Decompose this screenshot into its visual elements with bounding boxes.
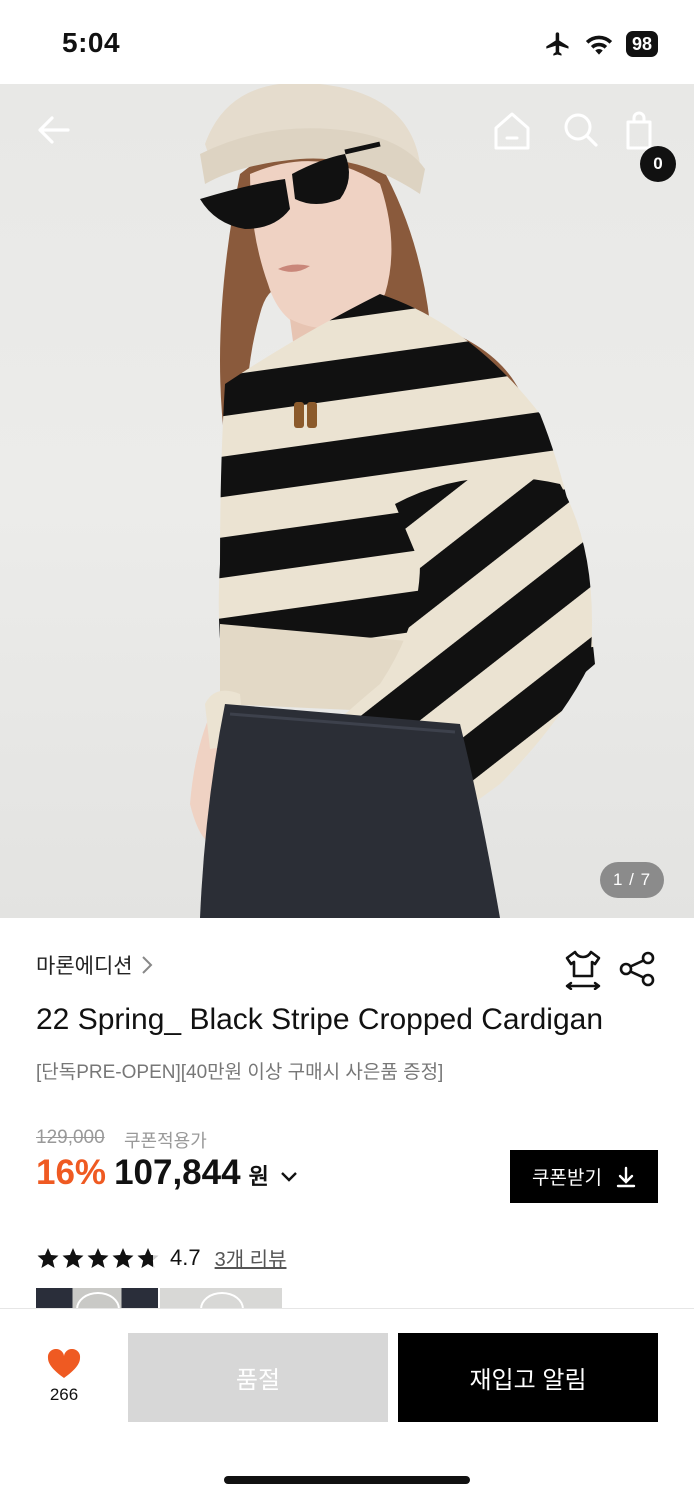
- back-arrow-icon[interactable]: [32, 108, 76, 152]
- image-counter: 1 / 7: [600, 862, 664, 898]
- bottom-action-bar: 266 품절 재입고 알림: [0, 1308, 694, 1500]
- download-icon: [616, 1166, 636, 1187]
- wifi-icon: [585, 35, 613, 55]
- share-icon[interactable]: [618, 950, 656, 988]
- like-button[interactable]: 266: [40, 1349, 88, 1413]
- home-icon[interactable]: [492, 108, 532, 152]
- status-time: 5:04: [62, 27, 121, 58]
- brand-link[interactable]: 마론에디션: [36, 950, 153, 980]
- star-half-icon: [137, 1247, 159, 1268]
- brand-name: 마론에디션: [36, 955, 133, 978]
- product-title: 22 Spring_ Black Stripe Cropped Cardigan: [36, 1003, 603, 1036]
- review-thumbnails: [36, 1288, 282, 1310]
- review-thumbnail[interactable]: [160, 1288, 282, 1310]
- status-icons: 98: [544, 30, 658, 58]
- currency-unit: 원: [248, 1164, 269, 1189]
- search-icon[interactable]: [560, 108, 600, 152]
- price-row[interactable]: 16% 107,844 원: [36, 1153, 299, 1193]
- product-photo: [190, 84, 595, 918]
- star-rating: [36, 1246, 160, 1270]
- restock-alert-button[interactable]: 재입고 알림: [398, 1333, 658, 1422]
- sold-out-button[interactable]: 품절: [128, 1333, 388, 1422]
- rating-row: 4.7 3개 리뷰: [36, 1243, 286, 1272]
- heart-icon: [47, 1349, 81, 1378]
- review-count-link[interactable]: 3개 리뷰: [215, 1243, 287, 1272]
- review-thumbnail[interactable]: [36, 1288, 158, 1310]
- status-bar: 5:04 98: [0, 0, 694, 84]
- home-indicator: [224, 1476, 470, 1484]
- star-icon: [112, 1247, 134, 1268]
- chevron-down-icon[interactable]: [279, 1170, 299, 1184]
- like-count: 266: [49, 1385, 79, 1404]
- discount-rate: 16%: [36, 1153, 107, 1192]
- original-price: 129,000: [36, 1127, 105, 1148]
- airplane-icon: [546, 32, 569, 56]
- star-icon: [37, 1247, 59, 1268]
- download-coupon-button[interactable]: 쿠폰받기: [510, 1150, 658, 1203]
- star-icon: [62, 1247, 84, 1268]
- product-image-carousel[interactable]: 0 1 / 7: [0, 84, 694, 918]
- hero-nav-bar: 0: [0, 108, 694, 182]
- cart-count-badge: 0: [640, 146, 676, 182]
- coupon-price-label: 쿠폰적용가: [124, 1131, 207, 1151]
- star-icon: [87, 1247, 109, 1268]
- rating-value: 4.7: [170, 1244, 201, 1270]
- product-subtitle: [단독PRE-OPEN][40만원 이상 구매시 사은품 증정]: [36, 1062, 444, 1083]
- sale-price: 107,844: [114, 1153, 241, 1192]
- size-guide-icon[interactable]: [563, 948, 603, 990]
- coupon-button-label: 쿠폰받기: [532, 1168, 602, 1189]
- battery-icon: 98: [625, 31, 658, 57]
- chevron-right-icon: [141, 956, 153, 974]
